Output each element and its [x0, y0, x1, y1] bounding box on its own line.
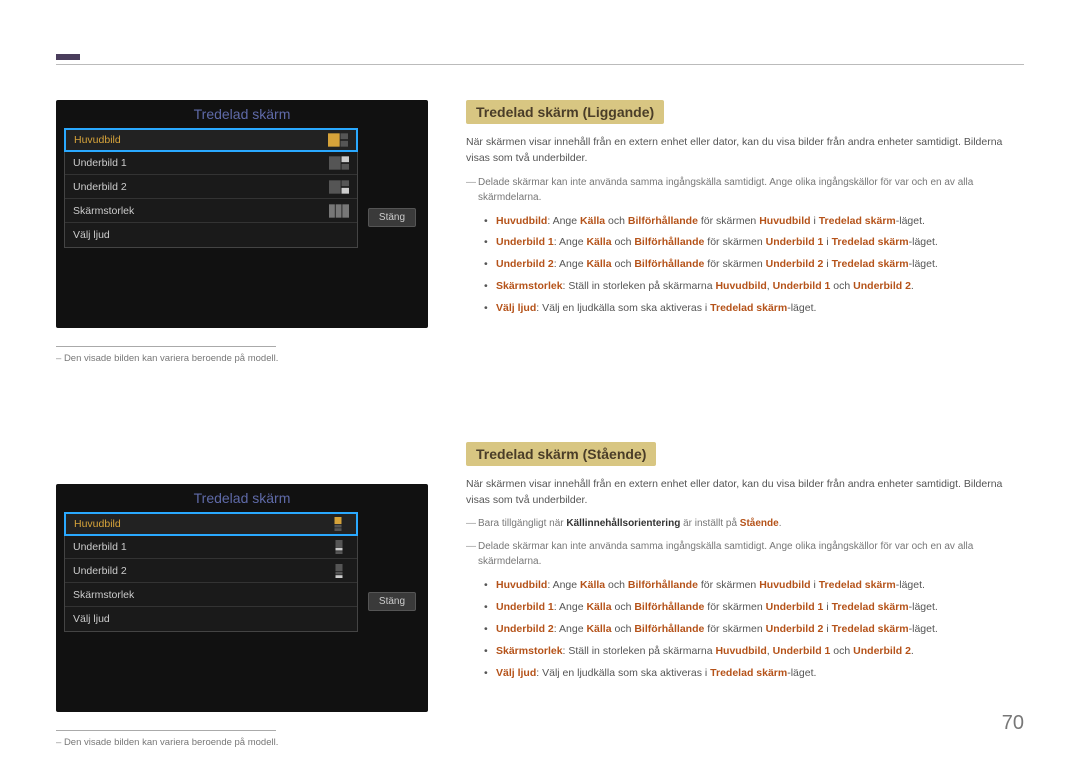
bullet-valjljud: Välj ljud: Välj en ljudkälla som ska akt…	[484, 300, 1024, 318]
osd-row-underbild2[interactable]: Underbild 2	[65, 559, 357, 583]
layout-size-icon	[329, 204, 349, 218]
section2-intro: När skärmen visar innehåll från en exter…	[466, 476, 1024, 509]
header-rule	[56, 64, 1024, 65]
osd-label: Underbild 2	[73, 181, 127, 193]
layout-sub1-icon	[329, 156, 349, 170]
page-number: 70	[1002, 712, 1024, 735]
section1-note: Delade skärmar kan inte använda samma in…	[466, 175, 1024, 205]
osd-caption: Den visade bilden kan variera beroende p…	[56, 353, 428, 364]
bullet-underbild2: Underbild 2: Ange Källa och Bilförhållan…	[484, 621, 1024, 639]
osd-row-huvudbild[interactable]: Huvudbild	[64, 128, 358, 152]
osd-label: Huvudbild	[74, 134, 121, 146]
blank-icon	[329, 588, 349, 602]
osd-label: Välj ljud	[73, 229, 110, 241]
osd-row-underbild1[interactable]: Underbild 1	[65, 151, 357, 175]
bullet-skarmstorlek: Skärmstorlek: Ställ in storleken på skär…	[484, 278, 1024, 296]
osd-title: Tredelad skärm	[56, 484, 428, 512]
osd-menu-list: Huvudbild Underbild 1 Underbild 2	[64, 512, 358, 632]
section1-bullets: Huvudbild: Ange Källa och Bilförhållande…	[466, 213, 1024, 318]
osd-caption: Den visade bilden kan variera beroende p…	[56, 737, 428, 748]
right-column: Tredelad skärm (Liggande) När skärmen vi…	[466, 100, 1024, 748]
bullet-huvudbild: Huvudbild: Ange Källa och Bilförhållande…	[484, 577, 1024, 595]
osd-row-skarmstorlek[interactable]: Skärmstorlek	[65, 199, 357, 223]
layout-sub2-icon	[329, 180, 349, 194]
osd-label: Välj ljud	[73, 613, 110, 625]
osd-row-skarmstorlek[interactable]: Skärmstorlek	[65, 583, 357, 607]
osd-row-valjljud[interactable]: Välj ljud	[65, 223, 357, 247]
osd-label: Underbild 1	[73, 157, 127, 169]
layout-main-icon	[328, 133, 348, 147]
bullet-underbild1: Underbild 1: Ange Källa och Bilförhållan…	[484, 234, 1024, 252]
layout-sub1-vert-icon	[329, 540, 349, 554]
bullet-underbild2: Underbild 2: Ange Källa och Bilförhållan…	[484, 256, 1024, 274]
section2-bullets: Huvudbild: Ange Källa och Bilförhållande…	[466, 577, 1024, 682]
osd-row-underbild1[interactable]: Underbild 1	[65, 535, 357, 559]
caption-divider	[56, 730, 276, 731]
osd-liggande: Tredelad skärm Huvudbild Underbild 1	[56, 100, 428, 328]
bullet-valjljud: Välj ljud: Välj en ljudkälla som ska akt…	[484, 665, 1024, 683]
left-column: Tredelad skärm Huvudbild Underbild 1	[56, 100, 428, 748]
blank-icon	[329, 228, 349, 242]
layout-main-vert-icon	[328, 517, 348, 531]
osd-row-valjljud[interactable]: Välj ljud	[65, 607, 357, 631]
blank-icon	[329, 612, 349, 626]
osd-label: Underbild 1	[73, 541, 127, 553]
osd-close-button[interactable]: Stäng	[368, 208, 416, 227]
osd-label: Huvudbild	[74, 518, 121, 530]
layout-sub2-vert-icon	[329, 564, 349, 578]
osd-label: Skärmstorlek	[73, 589, 134, 601]
section1-intro: När skärmen visar innehåll från en exter…	[466, 134, 1024, 167]
page-content: Tredelad skärm Huvudbild Underbild 1	[56, 100, 1024, 748]
osd-menu-list: Huvudbild Underbild 1 Underbild 2	[64, 128, 358, 248]
bullet-skarmstorlek: Skärmstorlek: Ställ in storleken på skär…	[484, 643, 1024, 661]
osd-close-button[interactable]: Stäng	[368, 592, 416, 611]
osd-row-huvudbild[interactable]: Huvudbild	[64, 512, 358, 536]
bullet-huvudbild: Huvudbild: Ange Källa och Bilförhållande…	[484, 213, 1024, 231]
osd-title: Tredelad skärm	[56, 100, 428, 128]
bullet-underbild1: Underbild 1: Ange Källa och Bilförhållan…	[484, 599, 1024, 617]
header-accent	[56, 54, 80, 60]
section-heading-liggande: Tredelad skärm (Liggande)	[466, 100, 664, 124]
osd-row-underbild2[interactable]: Underbild 2	[65, 175, 357, 199]
osd-label: Underbild 2	[73, 565, 127, 577]
section2-note0: Bara tillgängligt när Källinnehållsorien…	[466, 516, 1024, 531]
section-heading-staende: Tredelad skärm (Stående)	[466, 442, 656, 466]
section2-note1: Delade skärmar kan inte använda samma in…	[466, 539, 1024, 569]
osd-label: Skärmstorlek	[73, 205, 134, 217]
caption-divider	[56, 346, 276, 347]
osd-staende: Tredelad skärm Huvudbild Underbild 1	[56, 484, 428, 712]
